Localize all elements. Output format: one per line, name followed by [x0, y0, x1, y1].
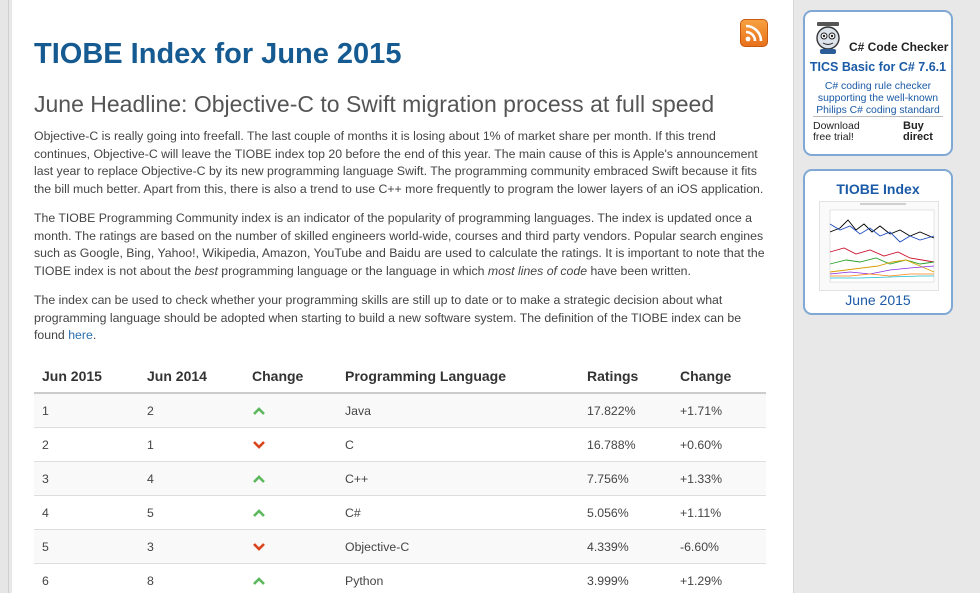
- col-jun-2014: Jun 2014: [139, 360, 244, 394]
- page-title: TIOBE Index for June 2015: [34, 38, 402, 70]
- col-change-rating: Change: [672, 360, 766, 394]
- rank-current: 6: [34, 563, 139, 593]
- buy-line: direct: [903, 131, 933, 143]
- language-name: Python: [337, 563, 579, 593]
- arrow-down-icon: [253, 542, 265, 551]
- rank-previous: 8: [139, 563, 244, 593]
- arrow-up-icon: [253, 508, 265, 517]
- rating-change: +1.11%: [672, 495, 766, 530]
- rating-change: -6.60%: [672, 529, 766, 564]
- p2-text-c: have been written.: [587, 263, 691, 278]
- rank-change: [244, 529, 337, 564]
- language-name: Java: [337, 393, 579, 428]
- rating-change: +1.29%: [672, 563, 766, 593]
- p2-best: best: [194, 263, 218, 278]
- rating-value: 3.999%: [579, 563, 672, 593]
- code-checker-ad[interactable]: C# Code Checker TICS Basic for C# 7.6.1 …: [803, 10, 953, 156]
- download-line: free trial!: [813, 131, 854, 143]
- table-row: 3 4 C++ 7.756% +1.33%: [34, 461, 766, 496]
- ranking-table: Jun 2015 Jun 2014 Change Programming Lan…: [34, 360, 766, 593]
- rss-feed-button[interactable]: [740, 19, 768, 47]
- change-indicator: [252, 406, 266, 416]
- tics-product-link[interactable]: TICS Basic for C# 7.6.1: [805, 60, 951, 74]
- desc-line: supporting the well-known: [817, 93, 939, 104]
- col-ratings: Ratings: [579, 360, 672, 394]
- rank-previous: 2: [139, 393, 244, 428]
- rank-change: [244, 427, 337, 462]
- rank-change: [244, 563, 337, 593]
- table-row: 6 8 Python 3.999% +1.29%: [34, 563, 766, 593]
- language-name: C: [337, 427, 579, 462]
- col-jun-2015: Jun 2015: [34, 360, 139, 394]
- language-name: C#: [337, 495, 579, 530]
- rating-change: +0.60%: [672, 427, 766, 462]
- table-row: 2 1 C 16.788% +0.60%: [34, 427, 766, 462]
- definition-link[interactable]: here: [68, 328, 93, 342]
- table-row: 1 2 Java 17.822% +1.71%: [34, 393, 766, 428]
- change-indicator: [252, 508, 266, 518]
- divider: [813, 116, 943, 117]
- rank-current: 5: [34, 529, 139, 564]
- col-language: Programming Language: [337, 360, 579, 394]
- rating-value: 7.756%: [579, 461, 672, 496]
- desc-line: C# coding rule checker: [824, 81, 932, 92]
- change-indicator: [252, 440, 266, 450]
- arrow-up-icon: [253, 576, 265, 585]
- rank-previous: 5: [139, 495, 244, 530]
- rank-current: 2: [34, 427, 139, 462]
- buy-direct-link[interactable]: Buy direct: [903, 121, 933, 143]
- usage-paragraph: The index can be used to check whether y…: [34, 292, 774, 345]
- rank-current: 3: [34, 461, 139, 496]
- left-border-strip: [0, 0, 10, 593]
- tiobe-index-box[interactable]: TIOBE Index June 2015: [803, 169, 953, 315]
- rank-current: 1: [34, 393, 139, 428]
- table-row: 4 5 C# 5.056% +1.11%: [34, 495, 766, 530]
- intro-paragraph: Objective-C is really going into freefal…: [34, 129, 764, 196]
- p3-text-b: .: [92, 328, 97, 343]
- change-indicator: [252, 474, 266, 484]
- table-header-row: Jun 2015 Jun 2014 Change Programming Lan…: [34, 360, 766, 394]
- rating-value: 16.788%: [579, 427, 672, 462]
- index-thumbnail-chart: [819, 201, 939, 291]
- tiobe-index-title: TIOBE Index: [836, 181, 920, 197]
- language-name: C++: [337, 461, 579, 496]
- rank-change: [244, 393, 337, 428]
- tiobe-index-date: June 2015: [845, 292, 911, 308]
- index-description-paragraph: The TIOBE Programming Community index is…: [34, 210, 774, 280]
- rating-change: +1.71%: [672, 393, 766, 428]
- rank-change: [244, 495, 337, 530]
- rating-value: 5.056%: [579, 495, 672, 530]
- arrow-down-icon: [253, 440, 265, 449]
- sidebar: C# Code Checker TICS Basic for C# 7.6.1 …: [797, 0, 980, 593]
- headline: June Headline: Objective-C to Swift migr…: [34, 91, 715, 117]
- rating-value: 17.822%: [579, 393, 672, 428]
- download-trial-link[interactable]: Download free trial!: [813, 121, 860, 143]
- code-checker-title: C# Code Checker: [849, 40, 949, 54]
- rank-previous: 4: [139, 461, 244, 496]
- rating-value: 4.339%: [579, 529, 672, 564]
- checker-description: C# coding rule checker supporting the we…: [805, 81, 951, 117]
- change-indicator: [252, 542, 266, 552]
- p3-text-a: The index can be used to check whether y…: [34, 293, 742, 343]
- arrow-up-icon: [253, 474, 265, 483]
- main-content: TIOBE Index for June 2015 June Headline:…: [12, 0, 794, 593]
- language-name: Objective-C: [337, 529, 579, 564]
- p2-text-b: programming language or the language in …: [217, 263, 488, 278]
- p2-most-lines: most lines of code: [487, 263, 588, 278]
- rank-change: [244, 461, 337, 496]
- rating-change: +1.33%: [672, 461, 766, 496]
- robot-mascot-icon: [816, 22, 840, 54]
- table-row: 5 3 Objective-C 4.339% -6.60%: [34, 529, 766, 564]
- arrow-up-icon: [253, 406, 265, 415]
- rank-previous: 3: [139, 529, 244, 564]
- rss-feed-icon: [745, 24, 763, 42]
- col-change-position: Change: [244, 360, 337, 394]
- rank-previous: 1: [139, 427, 244, 462]
- change-indicator: [252, 576, 266, 586]
- rank-current: 4: [34, 495, 139, 530]
